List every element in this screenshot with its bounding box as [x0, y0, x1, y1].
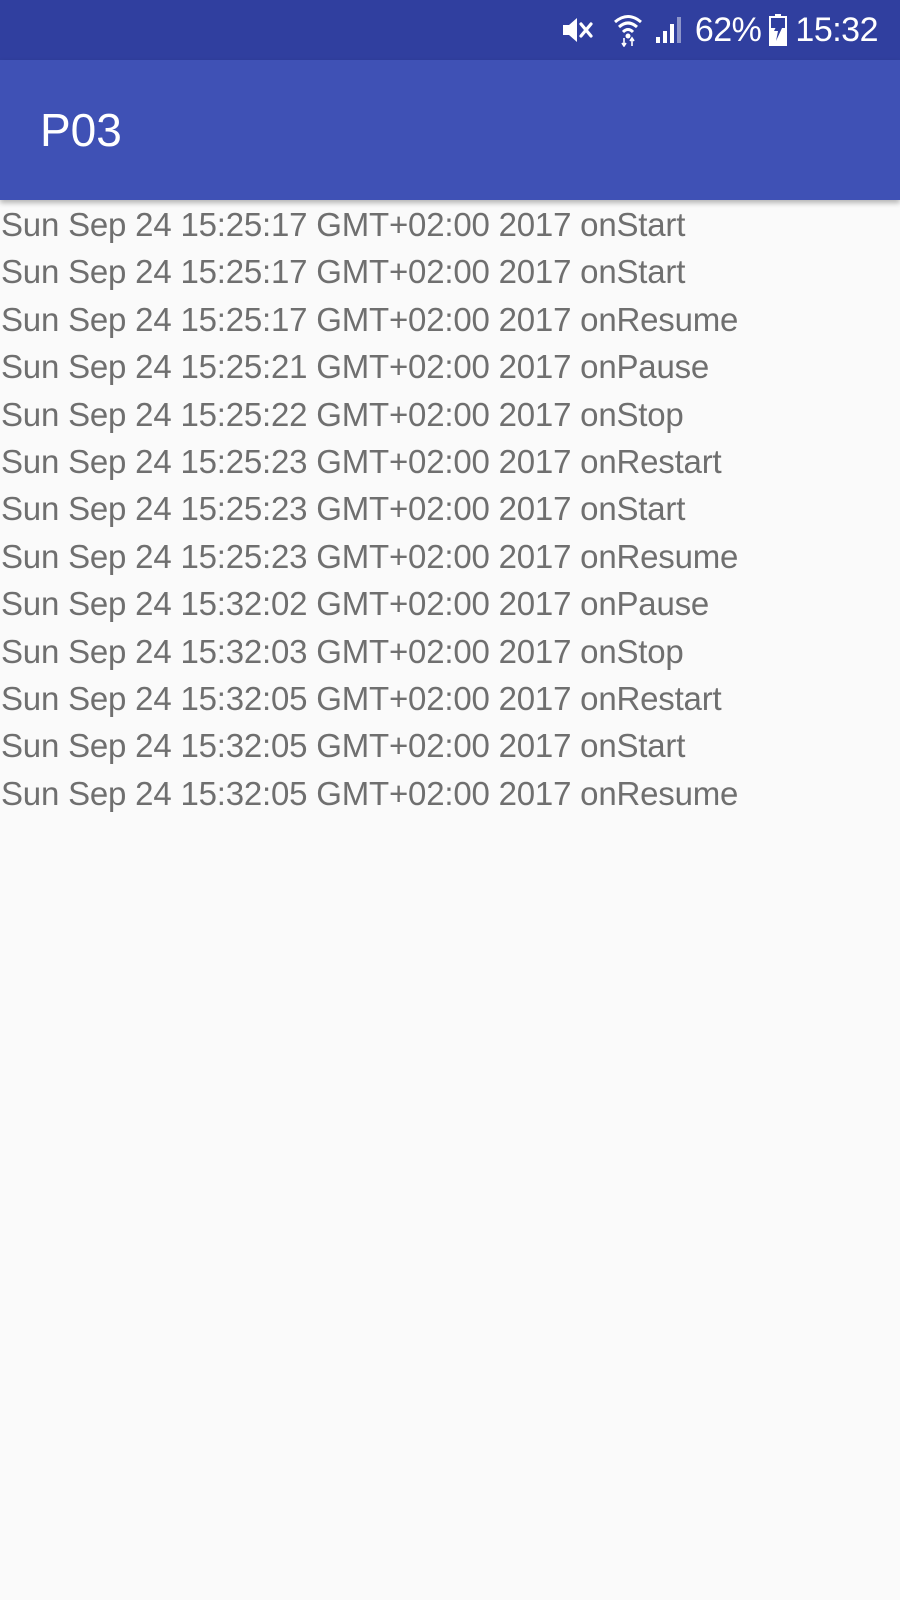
mute-icon: [561, 15, 595, 45]
log-line: Sun Sep 24 15:32:05 GMT+02:00 2017 onRes…: [1, 679, 722, 717]
log-line: Sun Sep 24 15:25:17 GMT+02:00 2017 onRes…: [1, 300, 739, 338]
log-line: Sun Sep 24 15:25:23 GMT+02:00 2017 onRes…: [1, 442, 722, 480]
log-line: Sun Sep 24 15:25:23 GMT+02:00 2017 onSta…: [1, 490, 686, 528]
log-line: Sun Sep 24 15:25:22 GMT+02:00 2017 onSto…: [1, 395, 684, 433]
log-line: Sun Sep 24 15:25:17 GMT+02:00 2017 onSta…: [1, 206, 686, 243]
log-line: Sun Sep 24 15:32:02 GMT+02:00 2017 onPau…: [1, 585, 710, 623]
wifi-icon: [613, 13, 643, 47]
battery-icon: [769, 14, 788, 46]
log-line: Sun Sep 24 15:32:03 GMT+02:00 2017 onSto…: [1, 632, 684, 670]
signal-icon: [655, 16, 683, 44]
battery-percentage: 62%: [694, 10, 762, 49]
status-bar: 62% 15:32: [0, 0, 900, 60]
app-bar: P03: [0, 60, 900, 200]
log-line: Sun Sep 24 15:25:21 GMT+02:00 2017 onPau…: [1, 348, 710, 386]
clock: 15:32: [795, 10, 878, 49]
log-line: Sun Sep 24 15:32:05 GMT+02:00 2017 onSta…: [1, 727, 686, 765]
lifecycle-log-list: Sun Sep 24 15:25:17 GMT+02:00 2017 onSta…: [0, 201, 900, 817]
app-title: P03: [40, 104, 122, 156]
log-line: Sun Sep 24 15:25:23 GMT+02:00 2017 onRes…: [1, 537, 739, 575]
status-icons: 62% 15:32: [561, 0, 878, 60]
log-line: Sun Sep 24 15:25:17 GMT+02:00 2017 onSta…: [1, 253, 686, 291]
log-line: Sun Sep 24 15:32:05 GMT+02:00 2017 onRes…: [1, 774, 739, 812]
